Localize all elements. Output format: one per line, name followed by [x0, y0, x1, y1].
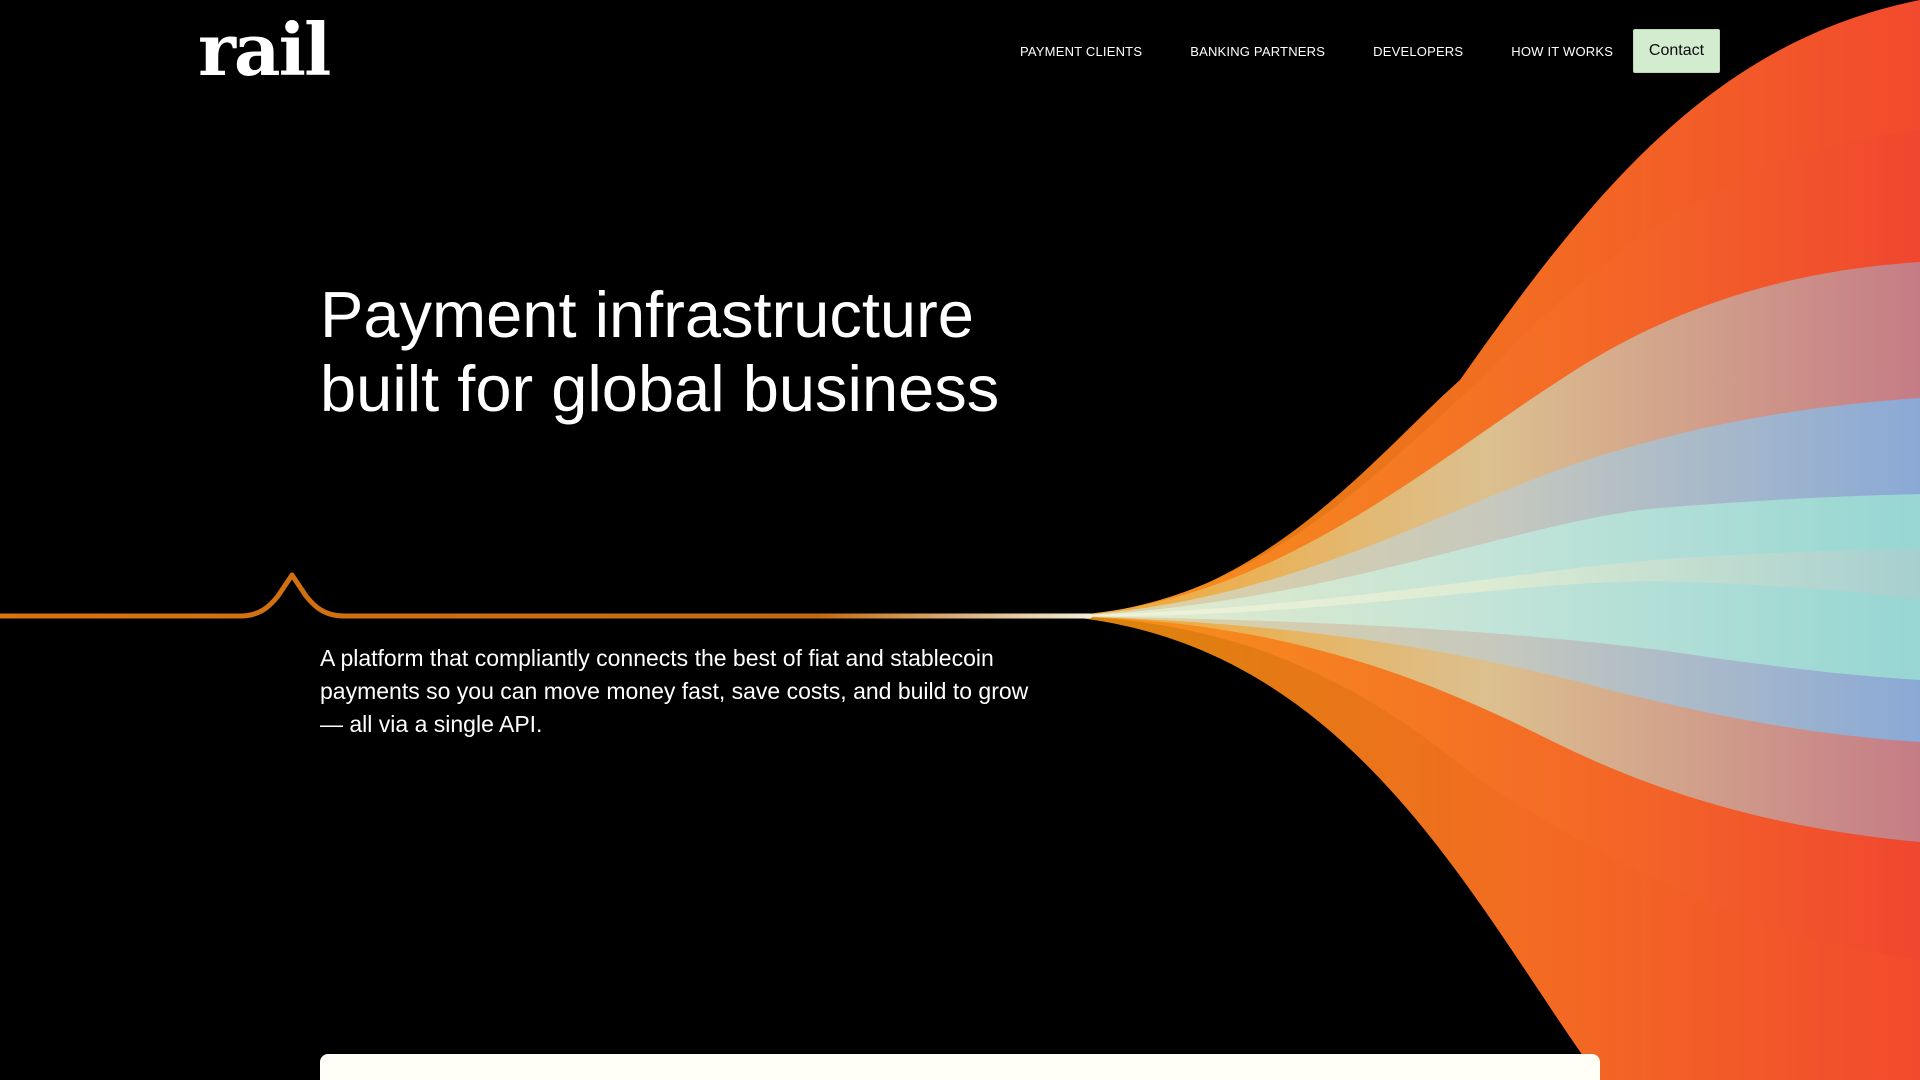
hero-description: A platform that compliantly connects the… [320, 645, 1029, 737]
nav-how-it-works[interactable]: HOW IT WORKS [1511, 44, 1613, 59]
hero-title-line-1: Payment infrastructure [320, 278, 974, 351]
hero-title-line-2: built for global business [320, 352, 1000, 425]
page: rail PAYMENT CLIENTS BANKING PARTNERS DE… [0, 0, 1920, 1080]
nav-developers[interactable]: DEVELOPERS [1373, 44, 1463, 59]
nav-payment-clients[interactable]: PAYMENT CLIENTS [1020, 44, 1142, 59]
contact-button[interactable]: Contact [1633, 29, 1720, 73]
nav-banking-partners[interactable]: BANKING PARTNERS [1190, 44, 1325, 59]
rail-logo[interactable]: rail [198, 14, 331, 86]
feature-card [320, 1054, 1600, 1080]
site-header: rail PAYMENT CLIENTS BANKING PARTNERS DE… [0, 0, 1920, 100]
main-nav: PAYMENT CLIENTS BANKING PARTNERS DEVELOP… [1020, 29, 1661, 73]
hero-title: Payment infrastructure built for global … [320, 278, 1080, 426]
payment-stream-illustration [0, 0, 1920, 1080]
